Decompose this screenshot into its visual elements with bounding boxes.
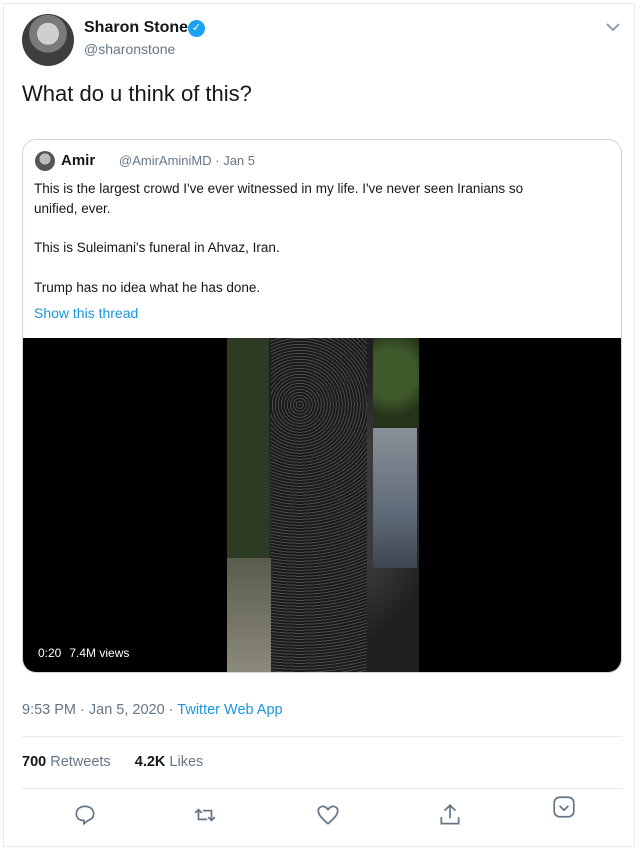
source-app-link[interactable]: Twitter Web App [177, 702, 282, 718]
video-stats: 0:20 7.4M views [33, 644, 143, 662]
divider [22, 736, 622, 737]
timestamp-text[interactable]: 9:53 PM · Jan 5, 2020 [22, 702, 165, 718]
quoted-text-line: This is the largest crowd I've ever witn… [34, 181, 524, 196]
author-name[interactable]: Sharon Stone [84, 19, 188, 37]
retweets-count[interactable]: 700 [22, 754, 46, 770]
analytics-icon[interactable] [551, 794, 577, 820]
divider [22, 788, 622, 789]
likes-count[interactable]: 4.2K [135, 754, 166, 770]
video-player[interactable]: 0:20 7.4M views [23, 338, 621, 672]
author-avatar[interactable] [22, 14, 74, 66]
show-thread-link[interactable]: Show this thread [34, 305, 138, 321]
tweet-text: What do u think of this? [22, 81, 252, 106]
video-thumbnail-roof [373, 428, 417, 568]
likes-label[interactable]: Likes [169, 754, 203, 770]
quoted-author-name: Amir [61, 152, 96, 169]
author-handle[interactable]: @sharonstone [84, 41, 175, 57]
video-thumbnail [227, 338, 419, 672]
quoted-author-handle: @AmirAminiMD · Jan 5 [119, 153, 255, 168]
video-thumbnail-road [227, 558, 271, 672]
timestamp-separator: · [164, 702, 178, 718]
retweet-icon[interactable] [192, 802, 218, 828]
quoted-tweet[interactable]: Amir @AmirAminiMD · Jan 5 This is the la… [22, 139, 622, 673]
tweet-timestamp: 9:53 PM · Jan 5, 2020 · Twitter Web App [22, 702, 283, 718]
share-icon[interactable] [437, 802, 463, 828]
quoted-text-line: This is Suleimani's funeral in Ahvaz, Ir… [34, 240, 280, 255]
chevron-down-icon[interactable] [604, 18, 622, 36]
quoted-text-line: Trump has no idea what he has done. [34, 280, 261, 295]
heart-icon[interactable] [315, 802, 341, 828]
quoted-text-line: unified, ever. [34, 201, 111, 216]
verified-badge-icon: ✓ [188, 20, 205, 37]
tweet-stats: 700 Retweets 4.2K Likes [22, 754, 203, 770]
video-views: 7.4M views [69, 646, 130, 660]
reply-icon[interactable] [72, 802, 98, 828]
video-duration: 0:20 [38, 646, 62, 660]
retweets-label[interactable]: Retweets [50, 754, 110, 770]
video-thumbnail-trees [373, 338, 419, 428]
video-thumbnail-crowd [271, 338, 367, 672]
quoted-author-avatar [35, 151, 55, 171]
